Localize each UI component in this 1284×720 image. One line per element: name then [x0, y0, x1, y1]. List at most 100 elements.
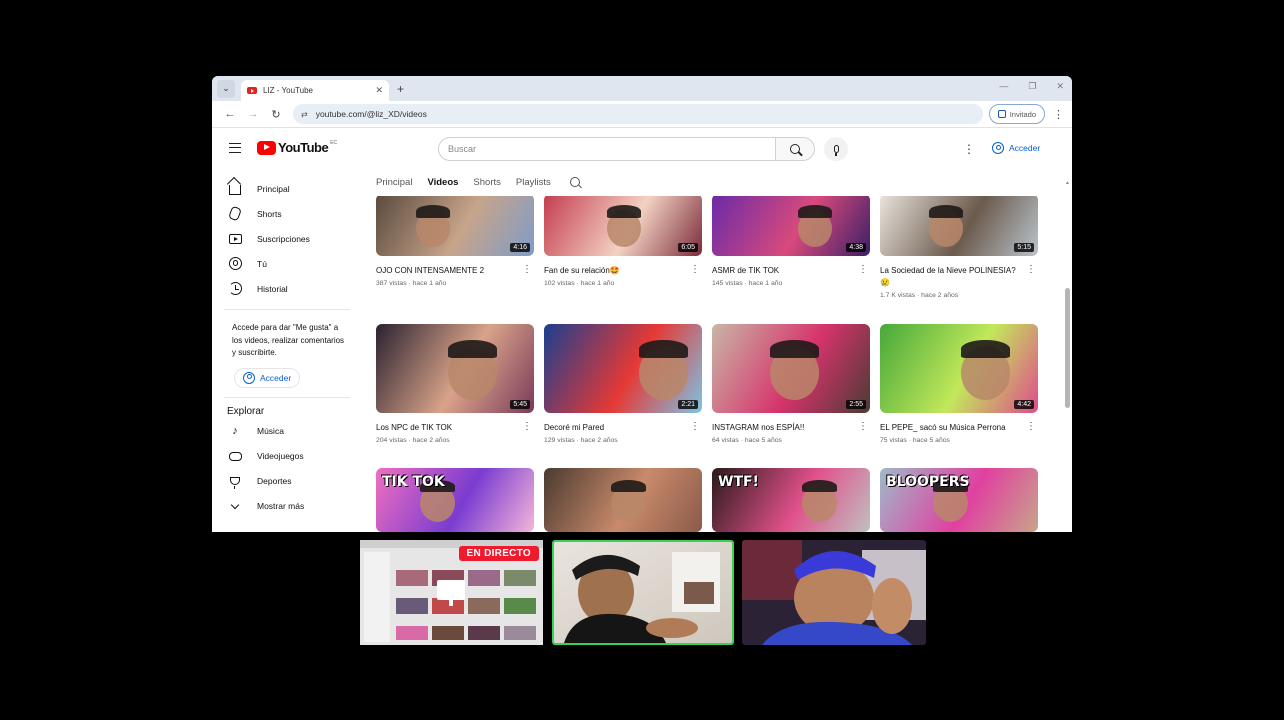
screen-share-tile[interactable]: EN DIRECTO — [360, 540, 543, 645]
video-thumbnail[interactable]: 2:21 — [544, 324, 702, 413]
video-card[interactable] — [544, 468, 702, 532]
video-card[interactable]: 4:42 EL PEPE_ sacó su Música Perrona ⋮ 75 v… — [880, 324, 1038, 444]
video-options-icon[interactable]: ⋮ — [858, 264, 868, 275]
video-card[interactable]: 4:38 ASMR de TIK TOK ⋮ 145 vistas · hace 1 … — [712, 196, 870, 287]
video-thumbnail[interactable]: WTF! — [712, 468, 870, 532]
video-thumbnail[interactable] — [544, 468, 702, 532]
browser-tab[interactable]: LIZ - YouTube ✕ — [241, 80, 389, 101]
sports-icon — [228, 474, 242, 489]
video-grid: 4:16 OJO CON INTENSAMENTE 2 ⋮ 387 vistas · … — [376, 196, 1044, 532]
sidebar-item-music[interactable]: ♪ Música — [212, 419, 362, 444]
sidebar-item-you[interactable]: Tú — [212, 251, 362, 276]
participant-camera-tile[interactable] — [742, 540, 926, 645]
video-title[interactable]: INSTAGRAM nos ESPÍA!! — [712, 422, 870, 434]
video-options-icon[interactable]: ⋮ — [690, 421, 700, 432]
video-title[interactable]: La Sociedad de la Nieve POLINESIA?😢 — [880, 265, 1038, 289]
thumbnail-text: TIK TOK — [382, 474, 445, 490]
video-card[interactable]: TIK TOK — [376, 468, 534, 532]
site-info-icon[interactable]: ⇄ — [301, 110, 308, 119]
tab-list-button[interactable]: ⌄ — [217, 79, 235, 98]
you-icon — [228, 257, 242, 271]
video-options-icon[interactable]: ⋮ — [1026, 421, 1036, 432]
video-card[interactable]: 5:15 La Sociedad de la Nieve POLINESIA?😢 ⋮… — [880, 196, 1038, 299]
close-tab-icon[interactable]: ✕ — [375, 85, 383, 96]
close-window-icon[interactable]: ✕ — [1056, 81, 1064, 92]
url-field[interactable]: ⇄ youtube.com/@liz_XD/videos — [293, 104, 983, 124]
video-thumbnail[interactable]: BLOOPERS — [880, 468, 1038, 532]
settings-menu-icon[interactable]: ⋮ — [963, 142, 975, 156]
screen-share-icon — [437, 580, 465, 606]
sidebar-signin-label: Acceder — [260, 372, 292, 383]
shorts-icon — [228, 205, 242, 222]
signin-label: Acceder — [1009, 143, 1041, 153]
scrollbar[interactable]: ▲ ▼ — [1065, 180, 1070, 532]
video-title[interactable]: EL PEPE_ sacó su Música Perrona — [880, 422, 1038, 434]
scrollbar-thumb[interactable] — [1065, 288, 1070, 408]
logo-wordmark: YouTube — [278, 140, 329, 155]
video-card[interactable]: 2:21 Decoré mi Pared ⋮ 129 vistas · hace 2 … — [544, 324, 702, 444]
sidebar-item-subscriptions[interactable]: Suscripciones — [212, 226, 362, 251]
thumbnail-figure-hair — [639, 340, 688, 358]
signin-button[interactable]: Acceder — [984, 136, 1048, 160]
video-card[interactable]: BLOOPERS — [880, 468, 1038, 532]
sidebar-item-show-more[interactable]: Mostrar más — [212, 494, 362, 519]
video-card[interactable]: 4:16 OJO CON INTENSAMENTE 2 ⋮ 387 vistas · … — [376, 196, 534, 287]
forward-icon[interactable]: → — [243, 108, 263, 120]
guest-profile-button[interactable]: Invitado — [988, 104, 1045, 124]
sidebar-item-shorts[interactable]: Shorts — [212, 201, 362, 226]
live-badge: EN DIRECTO — [458, 546, 539, 561]
video-options-icon[interactable]: ⋮ — [858, 421, 868, 432]
sidebar-item-sports[interactable]: Deportes — [212, 469, 362, 494]
maximize-icon[interactable]: ❐ — [1028, 81, 1036, 92]
video-title[interactable]: Los NPC de TIK TOK — [376, 422, 534, 434]
tab-title: LIZ - YouTube — [263, 86, 313, 95]
search-button[interactable] — [775, 137, 815, 161]
tab-shorts[interactable]: Shorts — [473, 177, 500, 188]
tab-playlists[interactable]: Playlists — [516, 177, 551, 188]
youtube-logo[interactable]: YouTube EC — [257, 140, 337, 155]
reload-icon[interactable]: ↻ — [266, 108, 286, 121]
sidebar-item-history[interactable]: Historial — [212, 276, 362, 301]
video-options-icon[interactable]: ⋮ — [1026, 264, 1036, 275]
video-thumbnail[interactable]: 5:45 — [376, 324, 534, 413]
sidebar-item-principal[interactable]: Principal — [212, 176, 362, 201]
back-icon[interactable]: ← — [220, 108, 240, 120]
video-options-icon[interactable]: ⋮ — [690, 264, 700, 275]
channel-search-icon[interactable] — [569, 177, 580, 187]
video-options-icon[interactable]: ⋮ — [522, 421, 532, 432]
thumbnail-text: BLOOPERS — [886, 474, 970, 490]
sidebar-item-label: Música — [257, 426, 284, 436]
new-tab-button[interactable]: + — [397, 82, 404, 96]
browser-menu-icon[interactable]: ⋮ — [1053, 108, 1064, 121]
video-card[interactable]: 2:55 INSTAGRAM nos ESPÍA!! ⋮ 64 vistas · ha… — [712, 324, 870, 444]
video-card[interactable]: 6:05 Fan de su relación🤩 ⋮ 102 vistas · hac… — [544, 196, 702, 287]
video-title[interactable]: Decoré mi Pared — [544, 422, 702, 434]
stage: ⌄ LIZ - YouTube ✕ + — ❐ ✕ ← → ↻ ⇄ youtub… — [0, 0, 1284, 720]
hamburger-menu-icon[interactable] — [229, 143, 241, 153]
tab-videos[interactable]: Videos — [427, 177, 458, 188]
minimize-icon[interactable]: — — [999, 81, 1008, 92]
video-options-icon[interactable]: ⋮ — [522, 264, 532, 275]
video-duration: 5:45 — [510, 400, 530, 409]
video-title[interactable]: ASMR de TIK TOK — [712, 265, 870, 277]
video-thumbnail[interactable]: 2:55 — [712, 324, 870, 413]
video-thumbnail[interactable]: 6:05 — [544, 196, 702, 256]
participant-camera-tile[interactable] — [552, 540, 734, 645]
sidebar-signin-button[interactable]: Acceder — [234, 367, 301, 388]
thumbnail-figure-hair — [416, 205, 451, 218]
video-thumbnail[interactable]: 4:38 — [712, 196, 870, 256]
search-input[interactable]: Buscar — [438, 137, 776, 161]
video-title[interactable]: OJO CON INTENSAMENTE 2 — [376, 265, 534, 277]
voice-search-button[interactable] — [824, 137, 848, 161]
logo-country-code: EC — [330, 140, 338, 146]
sidebar-item-gaming[interactable]: Videojuegos — [212, 444, 362, 469]
video-card[interactable]: 5:45 Los NPC de TIK TOK ⋮ 204 vistas · hace… — [376, 324, 534, 444]
video-title[interactable]: Fan de su relación🤩 — [544, 265, 702, 277]
video-thumbnail[interactable]: 4:16 — [376, 196, 534, 256]
video-thumbnail[interactable]: 5:15 — [880, 196, 1038, 256]
video-thumbnail[interactable]: 4:42 — [880, 324, 1038, 413]
video-card[interactable]: WTF! — [712, 468, 870, 532]
video-thumbnail[interactable]: TIK TOK — [376, 468, 534, 532]
tab-principal[interactable]: Principal — [376, 177, 412, 188]
scroll-up-icon[interactable]: ▲ — [1065, 180, 1070, 186]
